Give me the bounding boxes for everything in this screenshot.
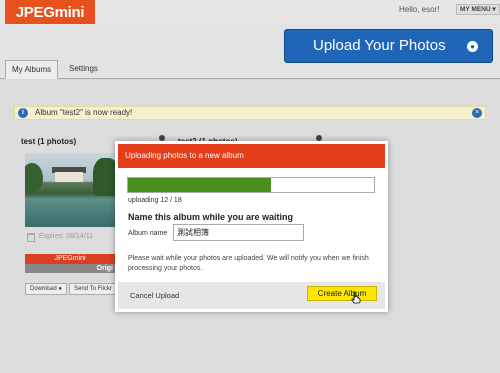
user-greeting: Hello, esor! [399, 5, 440, 14]
album-title: test (1 photos) [21, 137, 77, 146]
tab-bar: My Albums Settings [0, 60, 500, 79]
thumbnail-tree [25, 163, 43, 193]
upload-photos-label: Upload Your Photos [313, 37, 446, 54]
progress-text: uploading 12 / 18 [128, 197, 182, 204]
wait-message: Please wait while your photos are upload… [128, 255, 369, 272]
info-icon: i [18, 108, 28, 118]
brand-strip: JPEGmini [25, 254, 115, 264]
download-dot-icon: ● [58, 286, 62, 292]
upload-modal: Uploading photos to a new album uploadin… [115, 141, 388, 312]
album-name-label: Album name [128, 230, 168, 237]
modal-title: Uploading photos to a new album [118, 144, 385, 168]
original-label: Origi [25, 264, 115, 273]
modal-footer: Cancel Upload Create Album [118, 282, 385, 309]
upload-arrow-icon: ● [467, 41, 478, 52]
jpegmini-logo[interactable]: JPEGmini [5, 0, 95, 25]
album-name-heading: Name this album while you are waiting [128, 212, 294, 222]
upload-photos-button[interactable]: Upload Your Photos ● [284, 29, 493, 63]
my-menu-button[interactable]: MY MENU ▾ [456, 4, 500, 15]
tab-my-albums[interactable]: My Albums [5, 60, 59, 79]
expiry-text: Expires: 08/14/11 [39, 233, 93, 240]
notice-text: Album "test2" is now ready! [35, 108, 133, 117]
thumbnail-tree [93, 158, 115, 196]
download-label: Download [30, 286, 57, 292]
close-icon[interactable]: × [472, 108, 482, 118]
send-to-flickr-button[interactable]: Send To Flickr [69, 283, 117, 295]
album-thumbnail[interactable] [25, 153, 115, 227]
tab-settings[interactable]: Settings [63, 60, 104, 79]
hand-cursor-icon [351, 291, 361, 304]
album-ready-notice: i Album "test2" is now ready! × [14, 106, 486, 120]
cancel-upload-link[interactable]: Cancel Upload [130, 291, 179, 300]
progress-fill [128, 178, 271, 192]
trash-icon[interactable] [27, 233, 35, 242]
album-name-input[interactable]: 測試相簿 [173, 224, 304, 241]
expiry-date: Expires: 08/14/11 [27, 233, 93, 242]
create-album-button[interactable]: Create Album [307, 286, 377, 301]
upload-progress-bar [127, 177, 375, 193]
thumbnail-house [55, 172, 83, 182]
download-button[interactable]: Download ● [25, 283, 67, 295]
